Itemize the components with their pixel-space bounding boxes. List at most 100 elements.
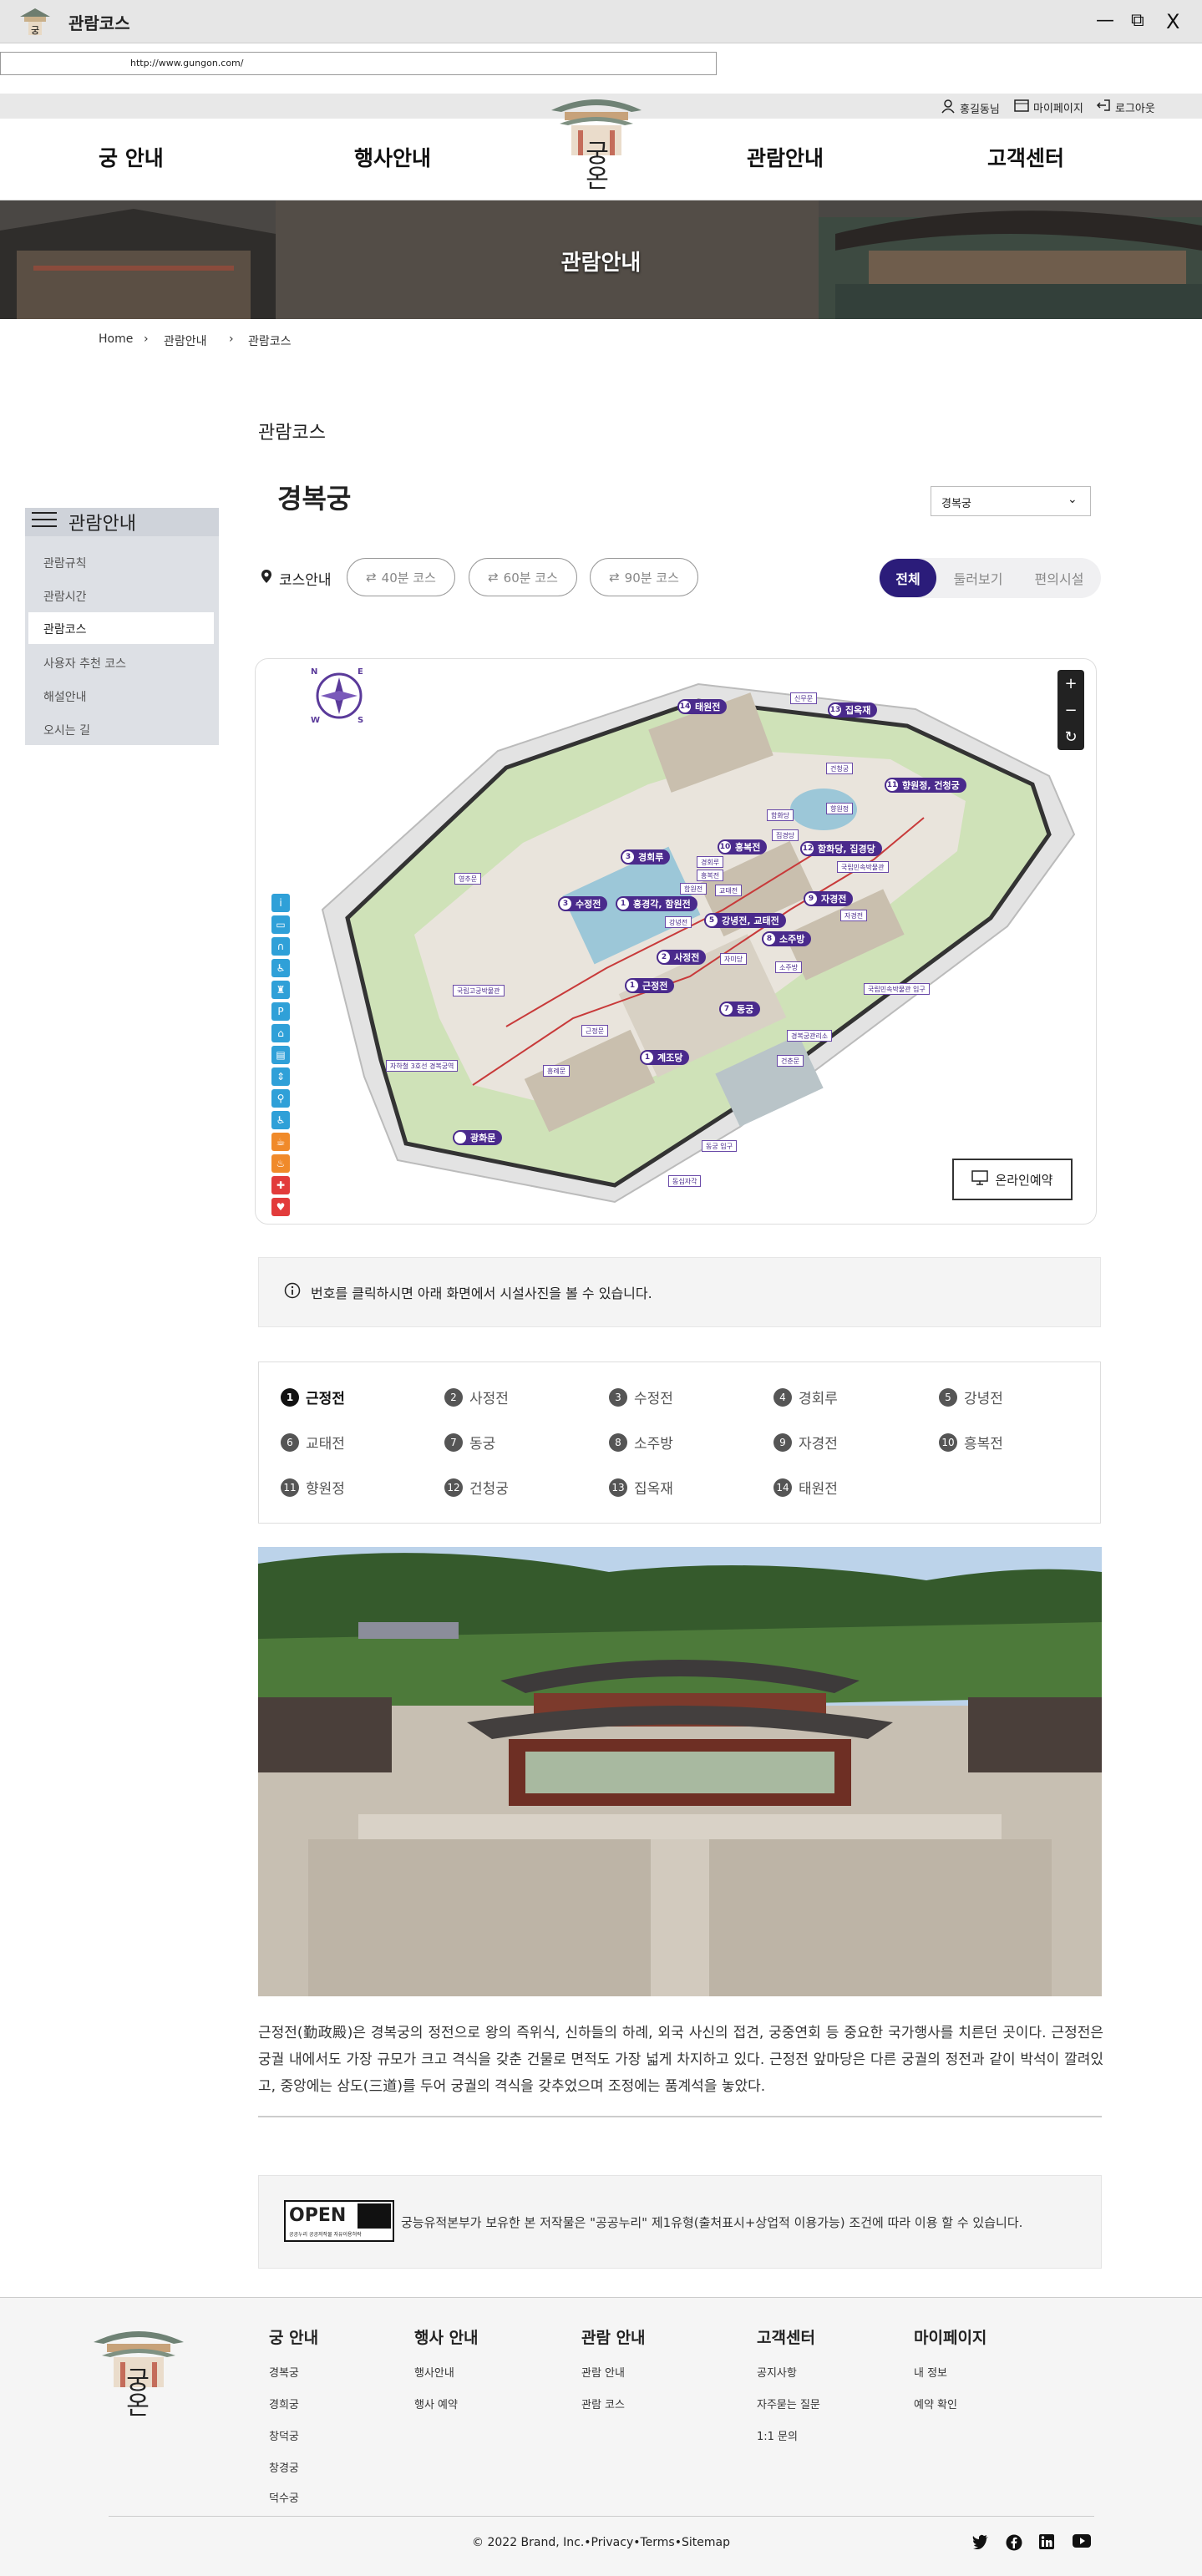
online-reservation-button[interactable]: 온라인예약: [952, 1159, 1073, 1200]
reset-map-button[interactable]: ↻: [1064, 728, 1077, 746]
building-item[interactable]: 6 교태전: [281, 1432, 345, 1453]
nav-item-palace[interactable]: 궁 안내: [99, 142, 164, 172]
map-pin[interactable]: 3 경회루: [621, 849, 671, 865]
footer-link[interactable]: 자주묻는 질문: [757, 2396, 820, 2411]
zoom-in-button[interactable]: +: [1064, 675, 1077, 692]
first-aid-icon[interactable]: ✚: [271, 1176, 290, 1194]
footer-link[interactable]: 관람 코스: [581, 2396, 625, 2411]
map-pin[interactable]: 광화문: [453, 1130, 503, 1145]
map-pin[interactable]: 1 흥경각, 함원전: [616, 896, 697, 911]
footer-link[interactable]: 행사안내: [414, 2364, 454, 2380]
palace-map[interactable]: N E S W 14 태원전 13 집옥재 11 향원정, 건청궁 3 경회루 10 흥복…: [255, 658, 1097, 1225]
map-pin[interactable]: 11 향원정, 건청궁: [885, 778, 966, 793]
building-item[interactable]: 8 소주방: [609, 1432, 673, 1453]
course-90-button[interactable]: ⇄ 90분 코스: [590, 558, 698, 596]
building-item[interactable]: 11 향원정: [281, 1477, 345, 1498]
footer-link[interactable]: 행사 예약: [414, 2396, 458, 2411]
stroller-icon[interactable]: ♜: [271, 981, 290, 999]
facebook-icon[interactable]: [1006, 2534, 1022, 2554]
map-pin[interactable]: 3 수정전: [558, 896, 608, 911]
footer-link[interactable]: 예약 확인: [914, 2396, 957, 2411]
menu-icon[interactable]: [32, 511, 57, 533]
breadcrumb-home[interactable]: Home: [99, 332, 133, 346]
footer-link[interactable]: 경희궁: [269, 2396, 299, 2411]
map-pin[interactable]: 10 흥복전: [718, 839, 768, 854]
locker-icon[interactable]: ∩: [271, 937, 290, 956]
footer-link[interactable]: 창경궁: [269, 2459, 299, 2475]
map-pin[interactable]: 1 근정전: [625, 978, 675, 993]
linkedin-icon[interactable]: [1039, 2534, 1054, 2553]
map-tag: 집경당: [772, 829, 799, 841]
nursing-icon[interactable]: ♥: [271, 1198, 290, 1216]
restore-button[interactable]: ⧉: [1131, 10, 1144, 31]
ticket-icon[interactable]: ▭: [271, 915, 290, 934]
drink-icon[interactable]: ♨: [271, 1154, 290, 1173]
sidebar-item-directions[interactable]: 오시는 길: [43, 722, 90, 738]
filter-facilities[interactable]: 편의시설: [1019, 558, 1099, 598]
twitter-icon[interactable]: [972, 2534, 989, 2553]
footer-link[interactable]: 공지사항: [757, 2364, 797, 2380]
footer-link[interactable]: 덕수궁: [269, 2489, 299, 2505]
filter-tour[interactable]: 둘러보기: [941, 558, 1016, 598]
address-bar[interactable]: http://www.gungon.com/: [0, 52, 717, 75]
logout-link[interactable]: 로그아웃: [1096, 99, 1155, 115]
footer-link[interactable]: 내 정보: [914, 2364, 947, 2380]
footer-link[interactable]: 1:1 문의: [757, 2427, 798, 2443]
footer-link[interactable]: 관람 안내: [581, 2364, 625, 2380]
building-item[interactable]: 2 사정전: [444, 1387, 509, 1407]
building-item[interactable]: 12 건청궁: [444, 1477, 509, 1498]
sidebar-item-hours[interactable]: 관람시간: [43, 588, 87, 605]
user-link[interactable]: 홍길동님: [941, 99, 1000, 117]
sidebar-item-rules[interactable]: 관람규칙: [43, 555, 87, 571]
zoom-controls: + − ↻: [1057, 670, 1084, 750]
breadcrumb-visit[interactable]: 관람안내: [164, 332, 207, 349]
youtube-icon[interactable]: [1073, 2534, 1091, 2551]
sidebar-item-recommended[interactable]: 사용자 추천 코스: [43, 655, 126, 672]
atm-icon[interactable]: ▤: [271, 1046, 290, 1064]
building-item[interactable]: 3 수정전: [609, 1387, 673, 1407]
info-circle-icon: [284, 1282, 301, 1302]
restroom-icon[interactable]: ⚲: [271, 1089, 290, 1108]
building-item[interactable]: 7 동궁: [444, 1432, 495, 1453]
map-pin[interactable]: 2 사정전: [657, 950, 707, 965]
map-pin[interactable]: 14 태원전: [677, 699, 728, 714]
close-button[interactable]: X: [1166, 10, 1179, 33]
map-pin[interactable]: 8 소주방: [762, 931, 812, 946]
info-icon[interactable]: i: [271, 894, 290, 912]
footer-link[interactable]: 창덕궁: [269, 2427, 299, 2443]
map-pin[interactable]: 12 함화당, 집경당: [800, 841, 882, 856]
sidebar-item-guide[interactable]: 해설안내: [43, 688, 87, 705]
map-tag: 강녕전: [665, 916, 692, 928]
map-pin[interactable]: 13 집옥재: [828, 702, 878, 718]
accessible-icon[interactable]: ♿: [271, 1111, 290, 1129]
nav-item-support[interactable]: 고객센터: [987, 142, 1064, 172]
zoom-out-button[interactable]: −: [1064, 702, 1077, 719]
building-item[interactable]: 14 태원전: [773, 1477, 838, 1498]
elevator-icon[interactable]: ⇕: [271, 1067, 290, 1086]
breadcrumb-course: 관람코스: [248, 335, 292, 348]
map-pin[interactable]: 1 계조당: [640, 1050, 690, 1065]
food-icon[interactable]: ☕: [271, 1133, 290, 1151]
map-tag: 국립민속박물관: [837, 861, 889, 873]
course-40-button[interactable]: ⇄ 40분 코스: [347, 558, 455, 596]
building-item[interactable]: 13 집옥재: [609, 1477, 673, 1498]
wheelchair-icon[interactable]: ♿: [271, 959, 290, 977]
building-item[interactable]: 10 흥복전: [939, 1432, 1003, 1453]
nav-item-events[interactable]: 행사안내: [354, 142, 431, 172]
building-item[interactable]: 5 강녕전: [939, 1387, 1003, 1407]
map-pin[interactable]: 7 동궁: [719, 1001, 761, 1017]
map-pin[interactable]: 9 자경전: [804, 891, 854, 906]
building-item[interactable]: 1 근정전: [281, 1387, 345, 1407]
shop-icon[interactable]: ⌂: [271, 1024, 290, 1042]
mypage-link[interactable]: 마이페이지: [1014, 99, 1083, 115]
parking-icon[interactable]: P: [271, 1002, 290, 1021]
footer-link[interactable]: 경복궁: [269, 2364, 299, 2380]
building-item[interactable]: 9 자경전: [773, 1432, 838, 1453]
filter-all[interactable]: 전체: [880, 559, 936, 597]
map-pin[interactable]: 5 강녕전, 교태전: [704, 913, 786, 928]
nav-item-visit[interactable]: 관람안내: [747, 142, 824, 172]
course-60-button[interactable]: ⇄ 60분 코스: [469, 558, 577, 596]
sidebar-item-course[interactable]: 관람코스: [43, 621, 87, 637]
minimize-button[interactable]: —: [1096, 10, 1114, 31]
building-item[interactable]: 4 경회루: [773, 1387, 838, 1407]
